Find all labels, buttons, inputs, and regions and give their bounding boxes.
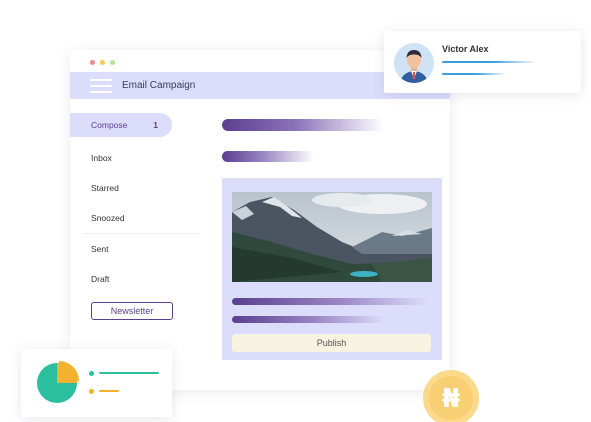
- close-dot[interactable]: [90, 60, 95, 65]
- sidebar-item-label: Sent: [91, 244, 109, 254]
- amber-legend-dot: [89, 389, 94, 394]
- profile-card: Victor Alex: [384, 31, 581, 93]
- mountain-landscape-image: [232, 192, 432, 282]
- landscape-icon: [232, 192, 432, 282]
- publish-button[interactable]: Publish: [232, 334, 431, 352]
- body-text-bar: [232, 316, 384, 323]
- profile-detail-line: [442, 73, 504, 75]
- hamburger-menu-icon[interactable]: [90, 78, 112, 93]
- sidebar: Compose 1 Inbox Starred Snoozed Sent Dra…: [70, 113, 210, 320]
- body-text-bar: [232, 298, 428, 305]
- profile-detail-line: [442, 61, 534, 63]
- email-campaign-window: Email Campaign Compose 1 Inbox Starred S…: [70, 50, 450, 390]
- email-body-panel: Publish: [222, 178, 442, 360]
- sidebar-item-label: Draft: [91, 274, 110, 284]
- sidebar-item-starred[interactable]: Starred: [70, 173, 210, 203]
- sidebar-item-label: Starred: [91, 183, 119, 193]
- app-title: Email Campaign: [122, 80, 196, 91]
- sidebar-item-label: Snoozed: [91, 213, 125, 223]
- compose-count-badge: 1: [153, 120, 158, 130]
- currency-symbol: ₦: [442, 384, 460, 414]
- subject-placeholder-bar[interactable]: [222, 119, 384, 131]
- pie-chart-icon: [37, 361, 79, 403]
- sidebar-item-snoozed[interactable]: Snoozed: [70, 203, 210, 233]
- sidebar-item-compose[interactable]: Compose 1: [70, 113, 172, 137]
- maximize-dot[interactable]: [110, 60, 115, 65]
- sidebar-item-label: Compose: [91, 120, 128, 130]
- stats-card: [21, 349, 172, 417]
- sidebar-item-inbox[interactable]: Inbox: [70, 143, 210, 173]
- teal-legend-line: [99, 372, 159, 374]
- sidebar-item-draft[interactable]: Draft: [70, 264, 210, 294]
- window-controls: [90, 60, 115, 65]
- profile-name: Victor Alex: [442, 44, 489, 54]
- amber-legend-line: [99, 390, 119, 392]
- sidebar-item-sent[interactable]: Sent: [70, 234, 210, 264]
- minimize-dot[interactable]: [100, 60, 105, 65]
- teal-legend-dot: [89, 371, 94, 376]
- recipient-placeholder-bar[interactable]: [222, 151, 314, 162]
- user-avatar-icon[interactable]: [394, 43, 434, 83]
- newsletter-button[interactable]: Newsletter: [91, 302, 173, 320]
- naira-coin-icon: ₦: [423, 370, 479, 422]
- sidebar-item-label: Inbox: [91, 153, 112, 163]
